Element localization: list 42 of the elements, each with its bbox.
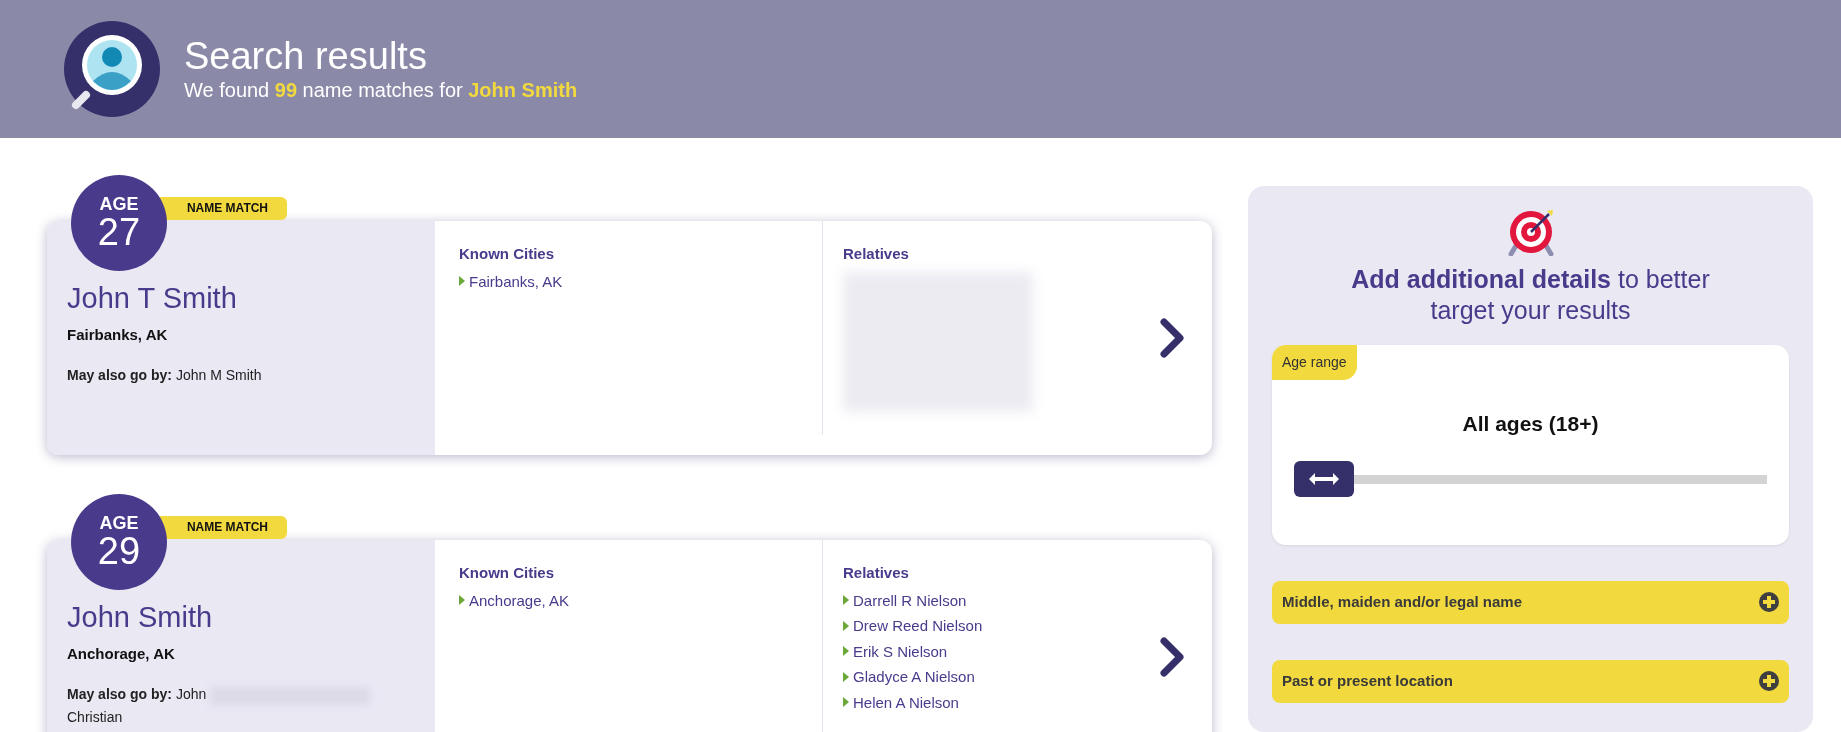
age-range-label: Age range xyxy=(1272,344,1357,380)
target-icon xyxy=(1506,208,1555,256)
panel-heading: Add additional details to better target your results xyxy=(1350,264,1711,327)
bullet-icon xyxy=(843,697,849,708)
city-link[interactable]: Anchorage, AK xyxy=(469,590,570,610)
column-heading: Relatives xyxy=(843,563,910,583)
bullet-icon xyxy=(459,276,465,287)
column-heading: Known Cities xyxy=(459,244,555,264)
chevron-right-icon[interactable] xyxy=(1158,318,1186,358)
bullet-icon xyxy=(843,620,849,631)
name-match-tag: NAME MATCH xyxy=(159,197,287,220)
filter-toggle[interactable]: Past or present location xyxy=(1272,659,1789,703)
slider-track[interactable] xyxy=(1354,475,1767,484)
bullet-icon xyxy=(843,646,849,657)
relative-link[interactable]: Erik S Nielson xyxy=(853,641,948,661)
page-title: Search results xyxy=(184,36,428,78)
person-name[interactable]: John Smith xyxy=(67,600,415,635)
relative-link[interactable]: Gladyce A Nielson xyxy=(853,667,975,687)
search-person-icon xyxy=(64,21,160,117)
name-match-tag: NAME MATCH xyxy=(159,516,287,539)
person-location: Fairbanks, AK xyxy=(67,324,169,345)
chevron-right-icon[interactable] xyxy=(1158,637,1186,677)
age-badge: AGE 29 xyxy=(71,494,167,590)
relative-link[interactable]: Darrell R Nielson xyxy=(853,590,967,610)
alias-text: May also go by: John M Smith xyxy=(67,366,263,386)
alias-text: May also go by: John Christian xyxy=(67,683,415,729)
relative-link[interactable]: Helen A Nielson xyxy=(853,692,959,712)
relative-link[interactable]: Drew Reed Nielson xyxy=(853,616,983,636)
bullet-icon xyxy=(843,595,849,606)
person-location: Anchorage, AK xyxy=(67,643,176,664)
bullet-icon xyxy=(843,671,849,682)
results-summary: We found 99 name matches for John Smith xyxy=(184,77,578,102)
double-arrow-icon xyxy=(1307,471,1341,487)
age-badge: AGE 27 xyxy=(71,175,167,271)
person-name[interactable]: John T Smith xyxy=(67,281,415,316)
slider-handle[interactable] xyxy=(1294,461,1354,497)
bullet-icon xyxy=(459,595,465,606)
city-link[interactable]: Fairbanks, AK xyxy=(469,271,563,291)
column-heading: Relatives xyxy=(843,244,910,264)
age-range-value: All ages (18+) xyxy=(1461,410,1600,437)
filter-toggle[interactable]: Middle, maiden and/or legal name xyxy=(1272,580,1789,624)
column-heading: Known Cities xyxy=(459,563,555,583)
